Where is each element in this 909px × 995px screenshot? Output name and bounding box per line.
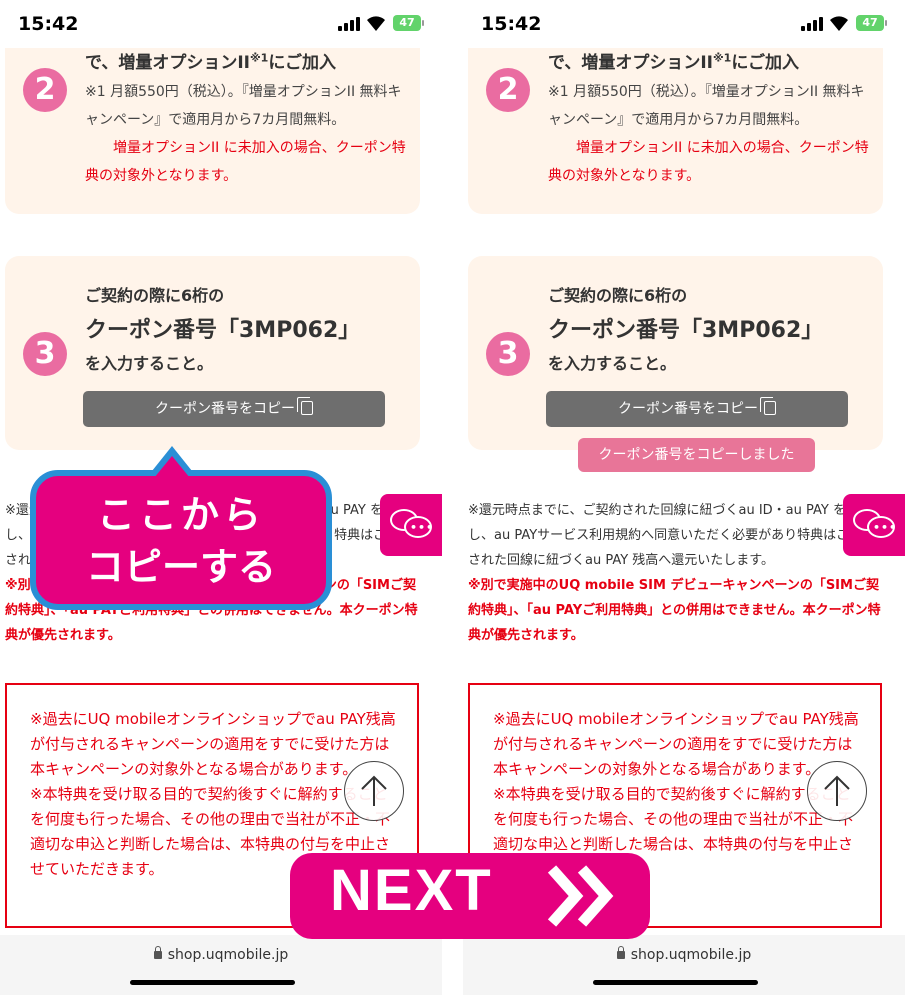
chat-button[interactable]: ••• — [380, 494, 442, 556]
copy-coupon-button[interactable]: クーポン番号をコピー — [83, 391, 385, 427]
step3-number: 3 — [486, 332, 530, 376]
browser-url-bar[interactable]: shop.uqmobile.jp — [0, 935, 442, 995]
copy-coupon-button[interactable]: クーポン番号をコピー — [546, 391, 848, 427]
step3-line3: を入力すること。 — [85, 354, 214, 373]
body-text: ※還元時点までに、ご契約された回線に紐づくau ID・au PAY を取得し、a… — [468, 503, 876, 568]
phone-screen-right: 2 で、増量オプションII※1にご加入 ※1 月額550円（税込）。『増量オプシ… — [463, 0, 905, 995]
step2-number: 2 — [23, 68, 67, 112]
step3-card: 3 ご契約の際に6桁の クーポン番号「3MP062」 を入力すること。 クーポン… — [5, 256, 420, 450]
notice-paragraph-1: ※過去にUQ mobileオンラインショップでau PAY残高が付与されるキャン… — [30, 710, 396, 778]
step2-note: ※1 月額550円（税込）。『増量オプションII 無料キャンペーン』で適用月から… — [85, 84, 402, 128]
home-indicator — [130, 980, 295, 985]
step2-note: ※1 月額550円（税込）。『増量オプションII 無料キャンペーン』で適用月から… — [548, 84, 865, 128]
callout-line2: コピーする — [85, 545, 276, 589]
signal-icon — [801, 17, 823, 31]
status-bar: 15:42 47 — [0, 0, 442, 48]
coupon-code-heading: クーポン番号「3MP062」 — [548, 318, 824, 343]
url-display[interactable]: shop.uqmobile.jp — [0, 946, 442, 963]
chat-button[interactable]: ••• — [843, 494, 905, 556]
status-time: 15:42 — [18, 13, 79, 35]
coupon-code-heading: クーポン番号「3MP062」 — [85, 318, 361, 343]
step2-number: 2 — [486, 68, 530, 112]
battery-icon: 47 — [856, 15, 887, 31]
step3-line1: ご契約の際に6桁の — [548, 286, 688, 305]
home-indicator — [593, 980, 758, 985]
arrow-up-icon — [824, 775, 850, 806]
copy-icon — [760, 397, 776, 415]
copied-toast: クーポン番号をコピーしました — [578, 438, 815, 472]
callout-bubble: ここから コピーする — [30, 470, 332, 610]
status-bar: 15:42 47 — [463, 0, 905, 48]
step3-number: 3 — [23, 332, 67, 376]
copy-icon — [297, 397, 313, 415]
step3-line1: ご契約の際に6桁の — [85, 286, 225, 305]
step2-warning: 増量オプションII に未加入の場合、クーポン特典の対象外となります。 — [85, 140, 406, 184]
callout-line1: ここから — [96, 493, 265, 537]
arrow-up-icon — [361, 775, 387, 806]
status-time: 15:42 — [481, 13, 542, 35]
step3-line3: を入力すること。 — [548, 354, 677, 373]
scroll-to-top-button[interactable] — [807, 761, 867, 821]
scroll-to-top-button[interactable] — [344, 761, 404, 821]
browser-url-bar[interactable]: shop.uqmobile.jp — [463, 935, 905, 995]
wifi-icon — [830, 16, 848, 31]
step3-card: 3 ご契約の際に6桁の クーポン番号「3MP062」 を入力すること。 クーポン… — [468, 256, 883, 450]
lock-icon — [153, 946, 162, 959]
lock-icon — [616, 946, 625, 959]
body-warning: ※別で実施中のUQ mobile SIM デビューキャンペーンの「SIMご契約特… — [468, 578, 881, 643]
step2-card: 2 で、増量オプションII※1にご加入 ※1 月額550円（税込）。『増量オプシ… — [5, 44, 420, 214]
wifi-icon — [367, 16, 385, 31]
next-label: NEXT — [330, 858, 493, 923]
step2-card: 2 で、増量オプションII※1にご加入 ※1 月額550円（税込）。『増量オプシ… — [468, 44, 883, 214]
step2-title: で、増量オプションII※1にご加入 — [85, 51, 337, 73]
callout-tail-inner — [154, 456, 190, 478]
signal-icon — [338, 17, 360, 31]
step2-title: で、増量オプションII※1にご加入 — [548, 51, 800, 73]
next-banner: NEXT — [290, 853, 650, 939]
notice-paragraph-1: ※過去にUQ mobileオンラインショップでau PAY残高が付与されるキャン… — [493, 710, 859, 778]
chat-dots-icon: ••• — [410, 521, 435, 534]
chat-dots-icon: ••• — [873, 521, 898, 534]
double-chevron-right-icon — [547, 865, 614, 927]
url-display[interactable]: shop.uqmobile.jp — [463, 946, 905, 963]
step2-warning: 増量オプションII に未加入の場合、クーポン特典の対象外となります。 — [548, 140, 869, 184]
battery-icon: 47 — [393, 15, 424, 31]
